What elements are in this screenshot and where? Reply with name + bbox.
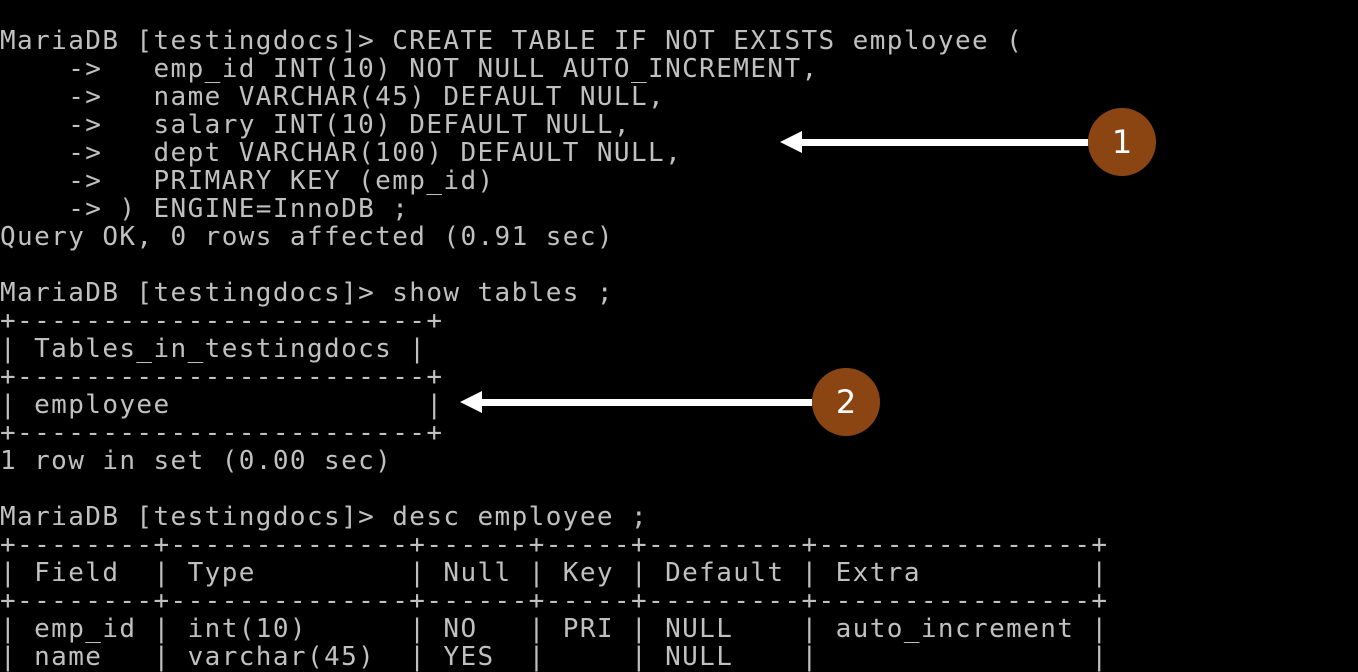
terminal-line: Query OK, 0 rows affected (0.91 sec) (0, 223, 1108, 251)
terminal-line: +------------------------+ (0, 307, 1108, 335)
callout-badge-2: 2 (812, 368, 880, 436)
terminal-line: -> name VARCHAR(45) DEFAULT NULL, (0, 83, 1108, 111)
terminal-line: +--------+--------------+------+-----+--… (0, 587, 1108, 615)
terminal-line: | Tables_in_testingdocs | (0, 335, 1108, 363)
arrow-left-icon (780, 131, 802, 153)
callout-badge-1: 1 (1088, 108, 1156, 176)
arrow-shaft (802, 139, 1088, 146)
arrow-left-icon (460, 391, 482, 413)
terminal-line: -> emp_id INT(10) NOT NULL AUTO_INCREMEN… (0, 55, 1108, 83)
terminal-line: -> ) ENGINE=InnoDB ; (0, 195, 1108, 223)
arrow-shaft (482, 399, 812, 406)
terminal-line: | emp_id | int(10) | NO | PRI | NULL | a… (0, 615, 1108, 643)
callout-2: 2 (460, 368, 880, 436)
terminal-line: MariaDB [testingdocs]> desc employee ; (0, 503, 1108, 531)
terminal-line: | Field | Type | Null | Key | Default | … (0, 559, 1108, 587)
terminal-line: MariaDB [testingdocs]> CREATE TABLE IF N… (0, 27, 1108, 55)
terminal-line: +--------+--------------+------+-----+--… (0, 531, 1108, 559)
terminal-line (0, 475, 1108, 503)
terminal-line: 1 row in set (0.00 sec) (0, 447, 1108, 475)
terminal-line: | name | varchar(45) | YES | | NULL | | (0, 643, 1108, 671)
terminal-line: MariaDB [testingdocs]> show tables ; (0, 279, 1108, 307)
callout-1: 1 (780, 108, 1156, 176)
terminal-line (0, 251, 1108, 279)
